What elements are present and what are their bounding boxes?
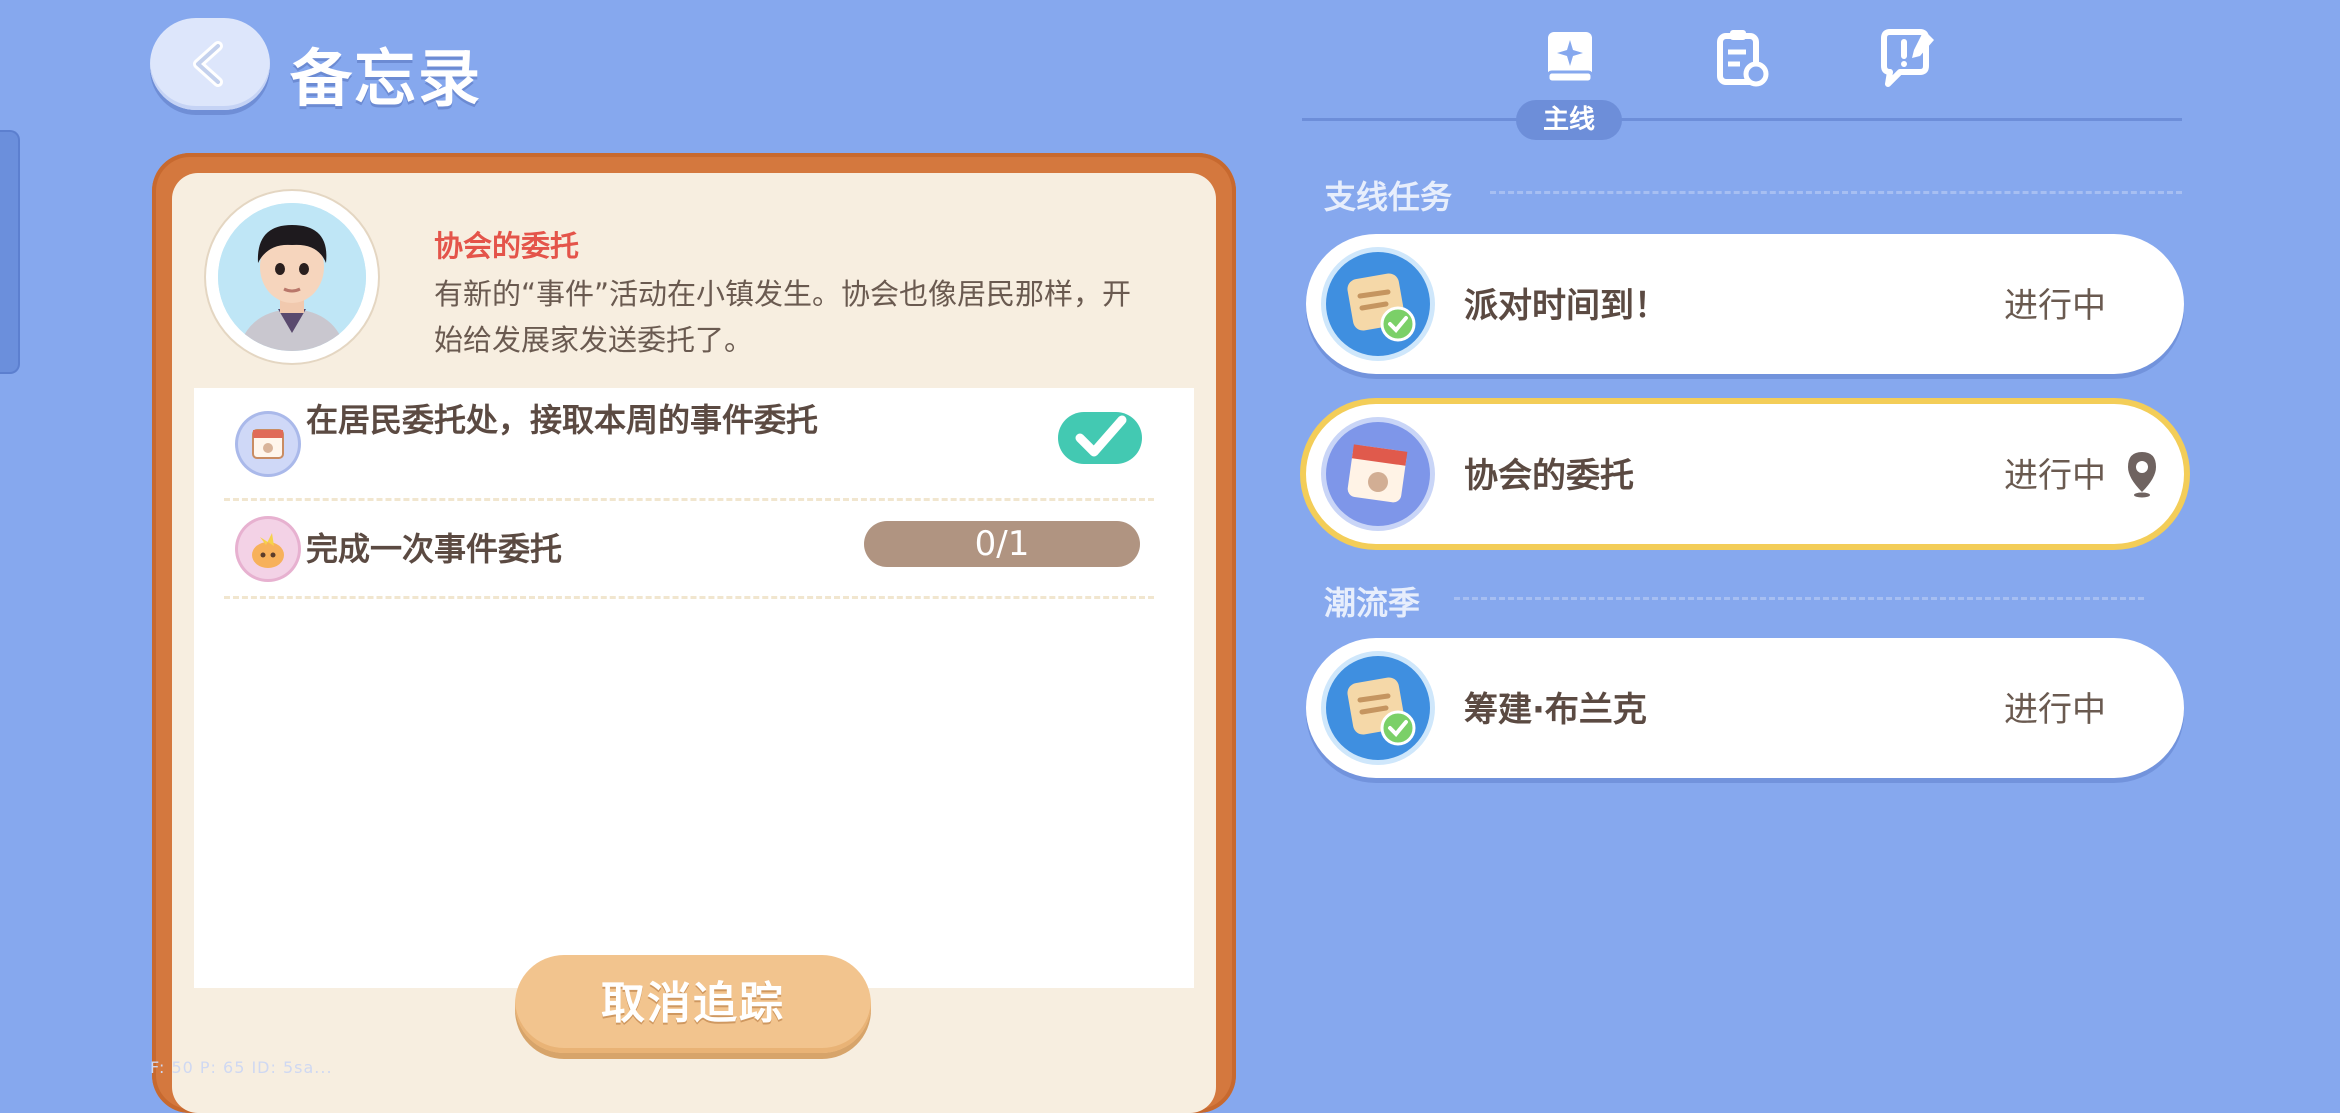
quest-name: 筹建·布兰克	[1464, 690, 1647, 730]
quest-detail-inner: 协会的委托 有新的“事件”活动在小镇发生。协会也像居民那样，开始给发展家发送委托…	[172, 173, 1216, 1113]
event-mascot-icon	[238, 519, 298, 579]
section-divider	[1454, 597, 2144, 600]
quest-status: 进行中	[2004, 286, 2106, 326]
side-drawer-tab[interactable]	[0, 130, 20, 374]
section-divider	[1490, 191, 2182, 194]
task-text: 完成一次事件委托	[306, 530, 563, 568]
task-progress-bar: 0/1	[864, 521, 1140, 567]
calendar-icon	[238, 414, 298, 474]
clipboard-refresh-icon	[1717, 30, 1769, 87]
quest-item[interactable]: 筹建·布兰克 进行中	[1306, 638, 2184, 778]
quest-detail-card: 协会的委托 有新的“事件”活动在小镇发生。协会也像居民那样，开始给发展家发送委托…	[152, 153, 1236, 1113]
section-title-trend-season: 潮流季	[1324, 584, 1421, 622]
tab-notes[interactable]	[1876, 26, 1940, 90]
star-book-icon	[1546, 32, 1594, 84]
note-check-icon	[1326, 656, 1430, 760]
quest-item[interactable]: 派对时间到！ 进行中	[1306, 234, 2184, 374]
debug-info: F: 50 P: 65 ID: 5sa...	[150, 1058, 333, 1077]
back-button[interactable]	[150, 18, 270, 110]
location-pin-icon	[2128, 452, 2156, 498]
quest-description: 有新的“事件”活动在小镇发生。协会也像居民那样，开始给发展家发送委托了。	[434, 277, 1132, 357]
speech-pencil-icon	[1881, 29, 1934, 87]
task-list: 在居民委托处，接取本周的事件委托 完成一次事件委托 0/1	[194, 388, 1194, 988]
quest-status: 进行中	[2004, 690, 2106, 730]
task-text: 在居民委托处，接取本周的事件委托	[306, 401, 819, 439]
calendar-icon	[1326, 422, 1430, 526]
cancel-tracking-button[interactable]: 取消追踪	[515, 955, 871, 1053]
active-tab-label: 主线	[1516, 100, 1622, 140]
quest-title: 协会的委托	[434, 229, 580, 263]
back-arrow-icon	[193, 41, 223, 87]
quest-name: 派对时间到！	[1464, 286, 1668, 326]
quest-status: 进行中	[2004, 456, 2106, 496]
quest-name: 协会的委托	[1464, 456, 1634, 496]
tabs-underline	[1302, 118, 2182, 121]
task-row: 完成一次事件委托 0/1	[224, 501, 1154, 599]
section-title-side-quests: 支线任务	[1324, 178, 1453, 216]
quest-item-selected[interactable]: 协会的委托 进行中	[1306, 404, 2184, 544]
tab-daily[interactable]	[1708, 26, 1772, 90]
npc-avatar	[212, 197, 372, 357]
page-title: 备忘录	[290, 42, 483, 115]
tab-main-story[interactable]	[1538, 26, 1602, 90]
task-complete-check-icon	[1058, 412, 1142, 464]
npc-portrait-icon	[218, 203, 366, 351]
task-row: 在居民委托处，接取本周的事件委托	[224, 388, 1154, 501]
note-check-icon	[1326, 252, 1430, 356]
